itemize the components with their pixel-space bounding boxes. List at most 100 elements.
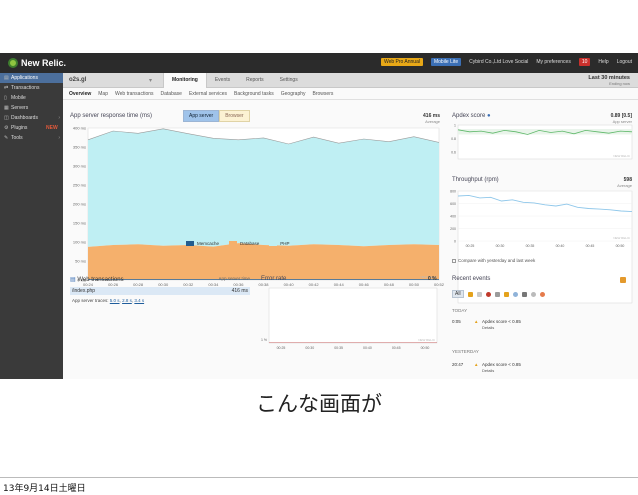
event-message: Apdex score < 0.85: [482, 319, 521, 324]
table-icon: ▤: [70, 277, 76, 283]
x-tick-label: 00:44: [334, 282, 345, 287]
y-tick-label: 150 ms: [73, 221, 86, 226]
app-server-toggle[interactable]: App server: [183, 110, 220, 122]
slide-caption: こんな画面が: [256, 392, 382, 416]
y-tick-label: 300 ms: [73, 164, 86, 169]
web-transactions-column-header: App server time: [218, 276, 250, 281]
y-tick-label: 100 ms: [73, 240, 86, 245]
y-tick-label: 50 ms: [75, 259, 86, 264]
trace-link[interactable]: 5.0 s: [110, 298, 120, 303]
x-tick-label: 00:50: [409, 282, 420, 287]
web-transactions-header: ▤ Web transactions App server time: [70, 276, 250, 283]
trace-link[interactable]: 2.8 s: [122, 298, 132, 303]
x-tick-label: 00:48: [384, 282, 395, 287]
error-filter-icon[interactable]: [485, 291, 491, 297]
series-area-php: [88, 128, 439, 247]
x-tick-label: 00:40: [363, 346, 372, 350]
compare-checkbox[interactable]: Compare with yesterday and last week: [452, 258, 535, 263]
app-server-traces: App server traces: 5.0 s, 2.8 s, 3.4 s: [72, 298, 145, 303]
filter-all[interactable]: All: [452, 290, 464, 298]
series-area-database: [88, 243, 439, 280]
y-tick-label: 1: [454, 124, 456, 128]
info-filter-icon[interactable]: [512, 291, 518, 297]
table-row[interactable]: /index.php 416 ms: [70, 287, 250, 295]
x-tick-label: 00:40: [284, 282, 295, 287]
apdex-value: 0.89 [0.5] App server: [582, 113, 632, 124]
web-transactions-title: Web transactions: [77, 277, 124, 283]
deploy-filter-icon[interactable]: [476, 291, 482, 297]
error-rate-title: Error rate: [261, 276, 287, 282]
y-tick-label: 250 ms: [73, 183, 86, 188]
y-tick-label: 400 ms: [73, 126, 86, 131]
legend-label: Database: [240, 241, 260, 246]
chart-watermark: NEW RELIC: [613, 236, 631, 240]
legend-database[interactable]: Database: [229, 241, 259, 246]
details-link[interactable]: Details: [482, 368, 494, 373]
legend-php[interactable]: PHP: [269, 241, 290, 246]
y-tick-label: 0.8: [451, 137, 456, 141]
error-rate-value: 0 %: [428, 276, 437, 282]
apdex-title-text: Apdex score: [452, 113, 486, 119]
sound-filter-icon[interactable]: [521, 291, 527, 297]
legend-label: Memcache: [197, 241, 220, 246]
y-tick-label: 200: [450, 227, 456, 231]
footer-divider: [0, 477, 638, 478]
yesterday-label: YESTERDAY: [452, 349, 479, 354]
info-icon[interactable]: ●: [487, 113, 491, 119]
php-swatch: [269, 241, 278, 246]
comment-filter-icon[interactable]: [494, 291, 500, 297]
event-time: 0:05: [452, 319, 461, 324]
trace-link[interactable]: 3.4 s: [134, 298, 144, 303]
x-tick-label: 00:35: [334, 346, 343, 350]
x-tick-label: 00:52: [434, 282, 445, 287]
legend-memcache[interactable]: Memcache: [186, 241, 219, 246]
chart-watermark: NEW RELIC: [613, 154, 631, 158]
x-tick-label: 00:30: [496, 244, 505, 248]
throughput-value: 598 Average: [592, 177, 632, 188]
compare-label: Compare with yesterday and last week: [458, 258, 536, 263]
response-time-average: 416 ms Average: [400, 113, 440, 124]
warning-icon: ▲: [474, 362, 479, 367]
database-swatch: [229, 241, 238, 246]
y-tick-label: 800: [450, 190, 456, 194]
x-tick-label: 00:50: [616, 244, 625, 248]
event-filters: All: [452, 290, 545, 298]
settings-filter-icon[interactable]: [539, 291, 545, 297]
legend-label: PHP: [280, 241, 290, 246]
charts-layer: 0 ms50 ms100 ms150 ms200 ms250 ms300 ms3…: [73, 124, 633, 350]
warning-filter-icon[interactable]: [503, 291, 509, 297]
checkbox-icon[interactable]: [452, 259, 456, 263]
throughput-value-label: Average: [617, 183, 632, 188]
error-rate-plot-area: [268, 287, 438, 344]
transaction-time: 416 ms: [231, 288, 248, 294]
transaction-name: /index.php: [72, 288, 96, 294]
slide-date: 13年9月14日土曜日: [3, 484, 86, 494]
x-tick-label: 00:30: [305, 346, 314, 350]
apdex-title: Apdex score ●: [452, 113, 491, 119]
y-tick-label: 0.6: [451, 151, 456, 155]
x-tick-label: 00:45: [586, 244, 595, 248]
throughput-title: Throughput (rpm): [452, 177, 499, 183]
x-tick-label: 00:40: [556, 244, 565, 248]
x-tick-label: 00:46: [359, 282, 370, 287]
alert-filter-icon[interactable]: [467, 291, 473, 297]
event-message: Apdex score < 0.85: [482, 362, 521, 367]
traces-label: App server traces:: [72, 298, 109, 303]
rss-icon[interactable]: [620, 277, 626, 283]
details-link[interactable]: Details: [482, 325, 494, 330]
apdex-value-label: App server: [612, 119, 632, 124]
y-tick-label: 400: [450, 215, 456, 219]
x-tick-label: 00:25: [466, 244, 475, 248]
eye-filter-icon[interactable]: [530, 291, 536, 297]
x-tick-label: 00:25: [277, 346, 286, 350]
x-tick-label: 00:35: [526, 244, 535, 248]
browser-toggle[interactable]: Browser: [219, 110, 250, 122]
response-time-title: App server response time (ms): [70, 113, 153, 119]
y-tick-label: 350 ms: [73, 145, 86, 150]
average-label: Average: [425, 119, 440, 124]
slide: New Relic. Web Pro Annual Mobile Lite Cy…: [0, 0, 638, 495]
y-tick-label: 1 %: [261, 338, 267, 342]
warning-icon: ▲: [474, 319, 479, 324]
y-tick-label: 200 ms: [73, 202, 86, 207]
throughput-plot-area: [457, 190, 633, 304]
